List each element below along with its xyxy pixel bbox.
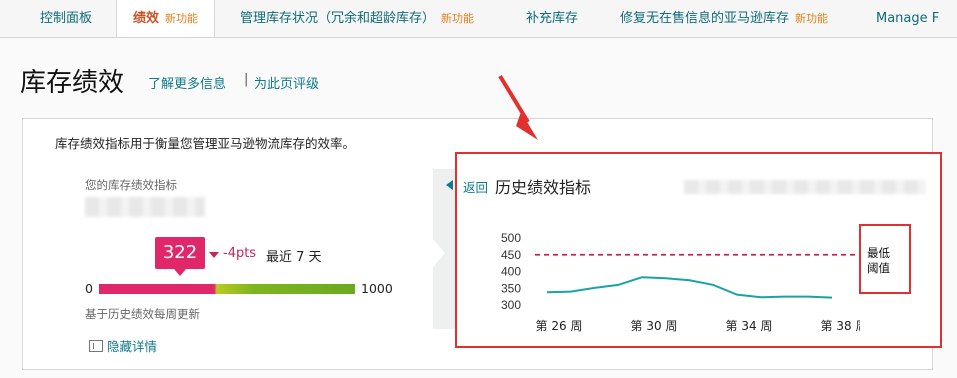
scale-min: 0 — [85, 281, 93, 296]
tab-manage-fba[interactable]: Manage F — [876, 0, 940, 37]
hide-details-link[interactable]: 隐藏详情 — [89, 336, 157, 355]
x-tick-label: 第 34 周 — [726, 319, 773, 333]
page-title: 库存绩效 — [20, 68, 125, 98]
tab-performance[interactable]: 绩效 新功能 — [116, 0, 216, 37]
threshold-label-line2: 阈值 — [867, 261, 890, 275]
history-line-chart: 500 450 400 350 300 第 26 周 第 30 周 第 34 周 第 38 周 — [501, 231, 860, 333]
x-tick-label: 第 26 周 — [536, 319, 583, 333]
tab-label: 补充库存 — [526, 11, 579, 26]
card-description: 库存绩效指标用于衡量您管理亚马逊物流库存的效率。 — [55, 136, 356, 151]
y-tick-label: 500 — [501, 231, 521, 245]
y-tick-label: 300 — [501, 298, 521, 312]
new-badge: 新功能 — [795, 12, 829, 25]
history-chart-title: 历史绩效指标 — [495, 178, 592, 197]
tab-label: Manage F — [876, 11, 940, 26]
score-badge: 322 — [155, 237, 205, 269]
x-tick-label: 第 38 周 — [821, 319, 860, 333]
collapse-icon — [89, 340, 103, 352]
x-tick-label: 第 30 周 — [631, 319, 678, 333]
threshold-label-line1: 最低 — [867, 246, 890, 260]
new-badge: 新功能 — [165, 12, 199, 25]
scale-max: 1000 — [361, 281, 393, 296]
tab-label: 管理库存状况（冗余和超龄库存） — [240, 11, 436, 26]
blurred-content — [85, 197, 205, 217]
annotation-arrow-shaft — [498, 74, 530, 124]
back-arrow-icon[interactable] — [446, 180, 453, 190]
y-tick-label: 450 — [501, 248, 521, 262]
tab-bar: 控制面板 绩效 新功能 管理库存状况（冗余和超龄库存） 新功能 补充库存 修复无在售… — [0, 0, 957, 38]
hide-details-label: 隐藏详情 — [107, 339, 158, 354]
blurred-content — [684, 180, 926, 194]
metric-label: 您的库存绩效指标 — [85, 178, 177, 192]
new-badge: 新功能 — [441, 12, 475, 25]
rate-page-link[interactable]: 为此页评级 — [254, 73, 319, 92]
tab-label: 控制面板 — [40, 11, 93, 26]
back-link[interactable]: 返回 — [463, 177, 488, 196]
learn-more-link[interactable]: 了解更多信息 — [148, 73, 226, 92]
tab-label: 修复无在售信息的亚马逊库存 — [620, 11, 790, 26]
title-separator: | — [244, 72, 249, 87]
score-change: -4pts — [223, 246, 257, 261]
tab-dashboard[interactable]: 控制面板 — [40, 0, 93, 37]
tab-label: 绩效 — [133, 11, 160, 26]
threshold-annotation: 最低 阈值 — [859, 224, 911, 294]
tab-restock[interactable]: 补充库存 — [526, 0, 579, 37]
score-scale-bar — [99, 284, 355, 294]
down-arrow-icon — [209, 252, 219, 258]
tab-fix-stranded[interactable]: 修复无在售信息的亚马逊库存 新功能 — [620, 0, 829, 37]
panel-divider — [433, 169, 455, 329]
y-tick-label: 400 — [501, 265, 521, 279]
series-line — [546, 276, 833, 299]
update-note: 基于历史绩效每周更新 — [85, 307, 200, 321]
y-tick-label: 350 — [501, 281, 521, 295]
page: 控制面板 绩效 新功能 管理库存状况（冗余和超龄库存） 新功能 补充库存 修复无在售… — [0, 0, 957, 378]
tab-manage-inventory-health[interactable]: 管理库存状况（冗余和超龄库存） 新功能 — [240, 0, 475, 37]
score-pointer — [174, 269, 186, 276]
score-period: 最近 7 天 — [266, 250, 322, 265]
